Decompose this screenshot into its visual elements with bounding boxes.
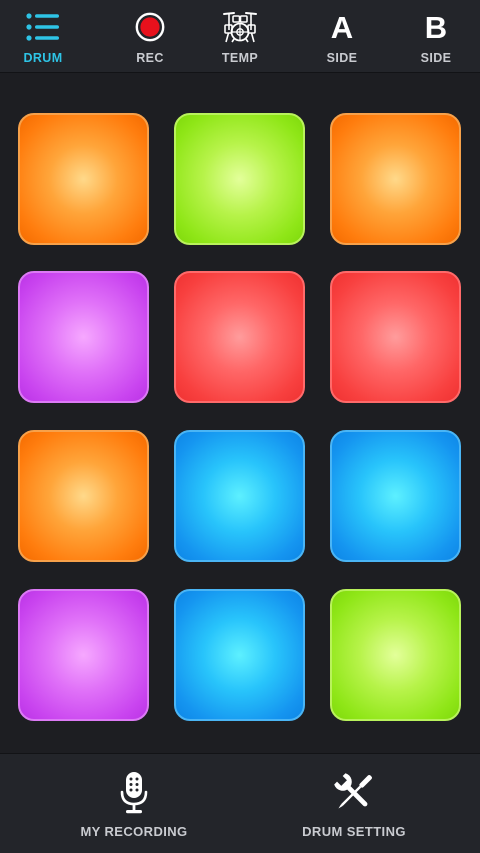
tab-side-b[interactable]: B SIDE [391,0,480,72]
drum-setting-label: DRUM SETTING [302,824,406,839]
drum-pad-12[interactable] [330,589,461,721]
tab-side-b-label: SIDE [420,51,452,65]
drum-pad-3[interactable] [330,113,461,245]
list-icon [0,10,88,44]
side-b-glyph: B [424,9,448,45]
tab-rec[interactable]: REC [105,0,195,72]
top-tab-bar: DRUM REC TEMP A SIDE B SIDE [0,0,480,72]
microphone-icon [34,770,234,816]
bottom-bar: MY RECORDING DRUM SETTING [0,754,480,853]
tools-icon [254,770,454,816]
drum-pad-7[interactable] [18,430,149,562]
drum-pad-8[interactable] [174,430,305,562]
side-a-glyph: A [330,9,354,45]
drum-pad-11[interactable] [174,589,305,721]
drum-setting-button[interactable]: DRUM SETTING [254,754,454,853]
drum-pad-4[interactable] [18,271,149,403]
tab-drum[interactable]: DRUM [0,0,88,72]
letter-a-icon: A [297,10,387,44]
tab-side-a[interactable]: A SIDE [297,0,387,72]
drum-kit-icon [195,10,285,44]
tab-side-a-label: SIDE [326,51,358,65]
letter-b-icon: B [391,10,480,44]
drum-pad-9[interactable] [330,430,461,562]
record-icon [105,10,195,44]
tab-rec-label: REC [136,51,164,65]
drum-pad-5[interactable] [174,271,305,403]
drum-pad-2[interactable] [174,113,305,245]
my-recording-label: MY RECORDING [80,824,188,839]
my-recording-button[interactable]: MY RECORDING [34,754,234,853]
drum-pad-app: DRUM REC TEMP A SIDE B SIDE MY RECORDING… [0,0,480,853]
drum-pad-6[interactable] [330,271,461,403]
tab-temp-label: TEMP [221,51,259,65]
tab-drum-label: DRUM [23,51,63,65]
drum-pad-1[interactable] [18,113,149,245]
drum-pad-10[interactable] [18,589,149,721]
tab-temp[interactable]: TEMP [195,0,285,72]
